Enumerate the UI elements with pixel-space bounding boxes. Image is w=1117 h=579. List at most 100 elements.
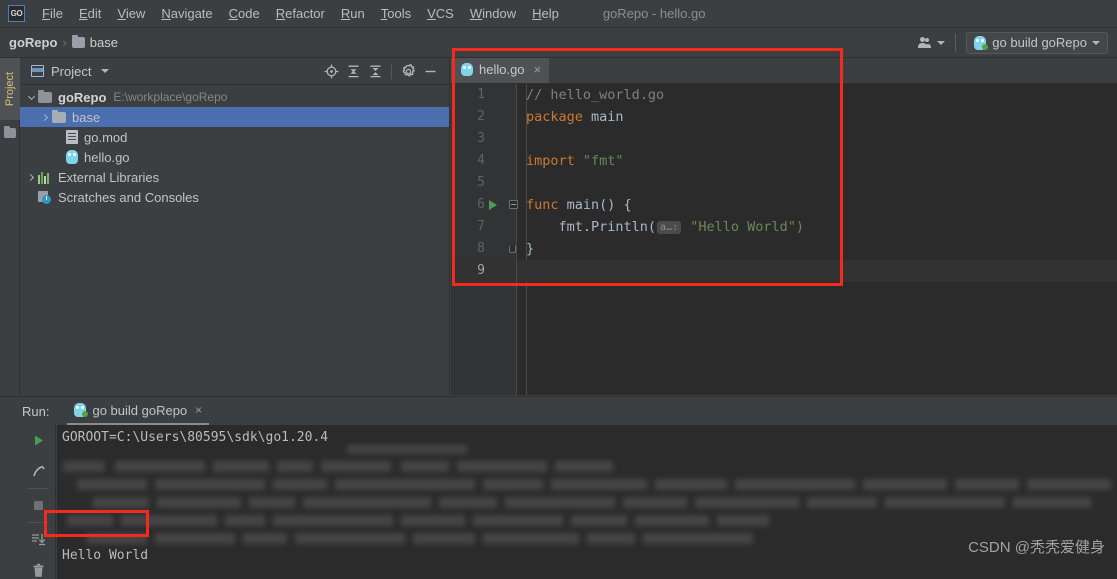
go-file-icon [66,150,78,164]
gutter-line: 6 [451,194,516,216]
ide-window: GO File Edit View Navigate Code Refactor… [0,0,1117,579]
menu-item-help[interactable]: Help [524,4,567,23]
menu-item-view[interactable]: View [109,4,153,23]
chevron-down-icon[interactable] [101,69,110,73]
tree-node-label: goRepo [58,89,107,105]
menu-item-navigate[interactable]: Navigate [153,4,220,23]
minimize-icon[interactable] [419,60,441,82]
run-tool-window: Run: go build goRepo × GOROOT=C:\Users\8… [0,396,1117,579]
editor-tab-bar: hello.go × [451,58,1117,84]
trash-icon[interactable] [20,555,56,579]
rerun-icon[interactable] [20,425,56,456]
chevron-down-icon[interactable] [24,90,38,104]
breadcrumb-root[interactable]: goRepo [9,35,57,50]
gutter-line: 3 [451,128,516,150]
menu-item-edit[interactable]: Edit [71,4,109,23]
code-editor[interactable]: 1 2 3 4 5 6 7 8 9 // hello_world.go pack… [451,84,1117,395]
project-tool-window: Project goRepo E:\workplace\goRepo base … [20,58,450,395]
run-gutter-icon[interactable] [489,200,497,210]
editor-tab-hello-go[interactable]: hello.go × [451,58,550,83]
chevron-right-icon[interactable] [38,110,52,124]
gopher-icon [74,403,89,417]
gutter-line: 1 [451,84,516,106]
tree-node-gorepo[interactable]: goRepo E:\workplace\goRepo [20,87,449,107]
go-mod-icon [66,130,78,144]
gopher-icon [974,35,989,50]
window-title: goRepo - hello.go [602,6,706,21]
code-function: main() { [558,197,632,213]
line-number: 5 [477,175,485,190]
project-panel-header: Project [20,58,449,85]
fold-marker-end-icon[interactable] [509,246,516,253]
profile-button[interactable] [916,36,946,50]
run-console[interactable]: GOROOT=C:\Users\80595\sdk\go1.20.4 Hello… [57,425,1117,579]
run-configuration-selector[interactable]: go build goRepo [966,31,1108,54]
go-file-icon [461,63,473,76]
expand-all-icon[interactable] [342,60,364,82]
tree-node-hello-go[interactable]: hello.go [20,147,449,167]
line-number: 9 [477,263,485,278]
line-number: 7 [477,219,485,234]
menu-item-vcs[interactable]: VCS [419,4,462,23]
breadcrumb-current[interactable]: base [90,35,118,50]
gutter-line: 8 [451,238,516,260]
project-tree: goRepo E:\workplace\goRepo base go.mod h… [20,85,449,207]
line-number: 1 [477,87,485,102]
gutter-line: 2 [451,106,516,128]
watermark: CSDN @秃秃爱健身 [968,539,1105,556]
goland-logo-icon: GO [8,5,25,22]
editor-gutter[interactable]: 1 2 3 4 5 6 7 8 9 [451,84,517,395]
locate-icon[interactable] [320,60,342,82]
tree-node-base[interactable]: base [20,107,449,127]
line-number: 6 [477,197,485,212]
rerun-failed-icon[interactable] [20,456,56,487]
tree-node-path: E:\workplace\goRepo [113,90,228,104]
navigation-bar: goRepo › base go build goRepo [0,28,1117,58]
line-number: 4 [477,153,485,168]
run-tab-go-build-gorepo[interactable]: go build goRepo × [67,398,210,425]
menu-item-refactor[interactable]: Refactor [268,4,333,23]
scroll-to-end-icon[interactable] [20,524,56,555]
parameter-hint-badge[interactable]: a…: [657,220,682,234]
run-panel-toolbar [20,425,56,579]
toolbar-divider [955,33,957,52]
folder-icon [38,89,52,103]
stripe-tab-project-label: Project [4,71,16,107]
code-string: "Hello World") [682,219,805,235]
code-content[interactable]: // hello_world.go package main import "f… [509,84,1117,395]
folder-icon[interactable] [4,126,16,138]
menu-item-run[interactable]: Run [333,4,373,23]
gutter-line: 9 [451,260,516,282]
menu-bar: GO File Edit View Navigate Code Refactor… [0,0,1117,28]
tree-node-go-mod[interactable]: go.mod [20,127,449,147]
code-brace: } [526,241,535,257]
line-number: 3 [477,131,485,146]
breadcrumb-separator: › [62,35,67,50]
code-comment: // hello_world.go [526,87,665,103]
person-icon [916,36,932,50]
libraries-icon [38,171,52,184]
close-icon[interactable]: × [534,63,542,76]
fold-marker-icon[interactable] [509,200,518,209]
stripe-tab-project[interactable]: Project [0,58,20,120]
gutter-line: 7 [451,216,516,238]
code-keyword: func [526,197,559,213]
tree-node-label: base [72,109,101,125]
menu-item-window[interactable]: Window [462,4,524,23]
code-line-1: // hello_world.go [517,84,1117,106]
run-panel-header: Run: go build goRepo × [0,397,1117,425]
chevron-right-icon[interactable] [24,170,38,184]
collapse-all-icon[interactable] [364,60,386,82]
menu-item-file[interactable]: File [34,4,71,23]
tree-node-external-libraries[interactable]: External Libraries [20,167,449,187]
toolbar-divider [26,522,49,523]
menu-item-code[interactable]: Code [221,4,268,23]
stop-icon[interactable] [20,490,56,521]
tree-node-scratches-and-consoles[interactable]: Scratches and Consoles [20,187,449,207]
menu-item-tools[interactable]: Tools [373,4,419,23]
gutter-line: 4 [451,150,516,172]
close-icon[interactable]: × [195,403,202,417]
gear-icon[interactable] [397,60,419,82]
code-line-9 [517,260,1117,282]
